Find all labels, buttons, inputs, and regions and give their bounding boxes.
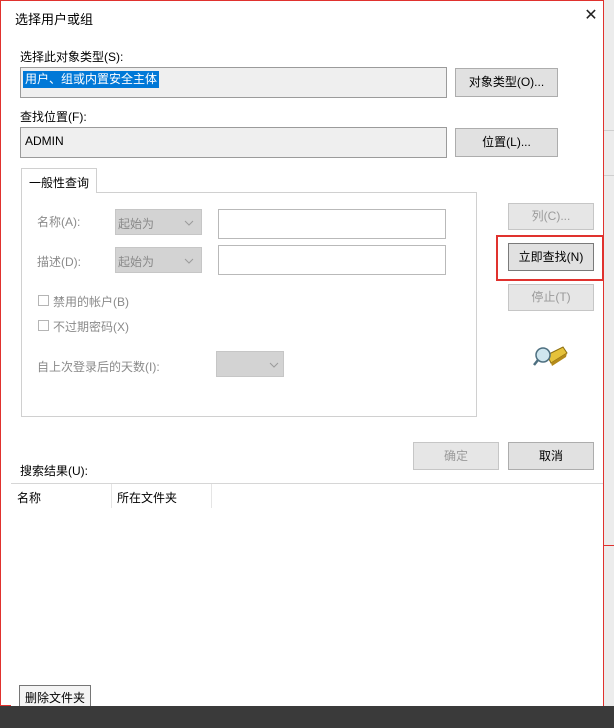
object-type-value: 用户、组或内置安全主体 xyxy=(23,71,160,88)
title-bar[interactable]: 选择用户或组 ✕ xyxy=(1,1,603,31)
select-users-dialog: 选择用户或组 ✕ 选择此对象类型(S): 用户、组或内置安全主体 对象类型(O)… xyxy=(0,0,604,707)
column-header-name[interactable]: 名称 xyxy=(11,484,112,508)
description-mode-select[interactable]: 起始为 xyxy=(115,247,202,273)
tab-general-query-label: 一般性查询 xyxy=(29,176,90,190)
name-mode-value: 起始为 xyxy=(118,217,155,231)
tab-general-query[interactable]: 一般性查询 xyxy=(21,168,97,193)
location-field: ADMIN xyxy=(20,127,447,158)
tooltip-text: 删除文件夹 xyxy=(25,691,86,705)
find-now-button-label: 立即查找(N) xyxy=(518,250,584,264)
column-header-folder[interactable]: 所在文件夹 xyxy=(111,484,212,508)
days-since-logon-label: 自上次登录后的天数(I): xyxy=(37,360,160,374)
tooltip: 删除文件夹 xyxy=(19,685,91,707)
query-panel: 名称(A): 起始为 描述(D): 起始为 禁用的帐户(B) 不过期密码(X) … xyxy=(21,192,477,417)
non-expiring-password-label: 不过期密码(X) xyxy=(53,320,129,334)
description-label: 描述(D): xyxy=(37,255,81,269)
name-mode-select[interactable]: 起始为 xyxy=(115,209,202,235)
object-types-button-label: 对象类型(O)... xyxy=(468,75,545,89)
non-expiring-password-checkbox[interactable] xyxy=(38,320,49,331)
object-type-label: 选择此对象类型(S): xyxy=(20,50,124,64)
chevron-down-icon xyxy=(184,258,194,264)
columns-button[interactable]: 列(C)... xyxy=(508,203,594,230)
locations-button-label: 位置(L)... xyxy=(482,135,531,149)
object-types-button[interactable]: 对象类型(O)... xyxy=(455,68,558,97)
search-results-label: 搜索结果(U): xyxy=(20,464,88,478)
description-input[interactable] xyxy=(218,245,446,275)
days-since-logon-select[interactable] xyxy=(216,351,284,377)
location-value: ADMIN xyxy=(25,134,64,148)
object-type-field: 用户、组或内置安全主体 xyxy=(20,67,447,98)
column-header-name-label: 名称 xyxy=(17,491,42,505)
chevron-down-icon xyxy=(269,362,279,368)
description-mode-value: 起始为 xyxy=(118,255,155,269)
search-results-list[interactable]: 名称 所在文件夹 xyxy=(11,483,603,706)
column-header-folder-label: 所在文件夹 xyxy=(117,491,178,505)
name-label: 名称(A): xyxy=(37,215,81,229)
disabled-accounts-label: 禁用的帐户(B) xyxy=(53,295,129,309)
locations-button[interactable]: 位置(L)... xyxy=(455,128,558,157)
columns-button-label: 列(C)... xyxy=(531,209,571,223)
name-input[interactable] xyxy=(218,209,446,239)
background-window-edge xyxy=(604,0,614,706)
chevron-down-icon xyxy=(184,220,194,226)
cancel-button-label: 取消 xyxy=(538,449,563,463)
cancel-button[interactable]: 取消 xyxy=(508,442,594,470)
search-flashlight-icon xyxy=(533,346,568,366)
close-icon[interactable]: ✕ xyxy=(581,6,601,26)
disabled-accounts-checkbox[interactable] xyxy=(38,295,49,306)
ok-button[interactable]: 确定 xyxy=(413,442,499,470)
ok-button-label: 确定 xyxy=(443,449,468,463)
dialog-title: 选择用户或组 xyxy=(15,12,94,27)
find-now-button[interactable]: 立即查找(N) xyxy=(508,243,594,271)
location-label: 查找位置(F): xyxy=(20,110,87,124)
stop-button[interactable]: 停止(T) xyxy=(508,284,594,311)
stop-button-label: 停止(T) xyxy=(531,290,571,304)
taskbar-strip xyxy=(0,706,614,728)
